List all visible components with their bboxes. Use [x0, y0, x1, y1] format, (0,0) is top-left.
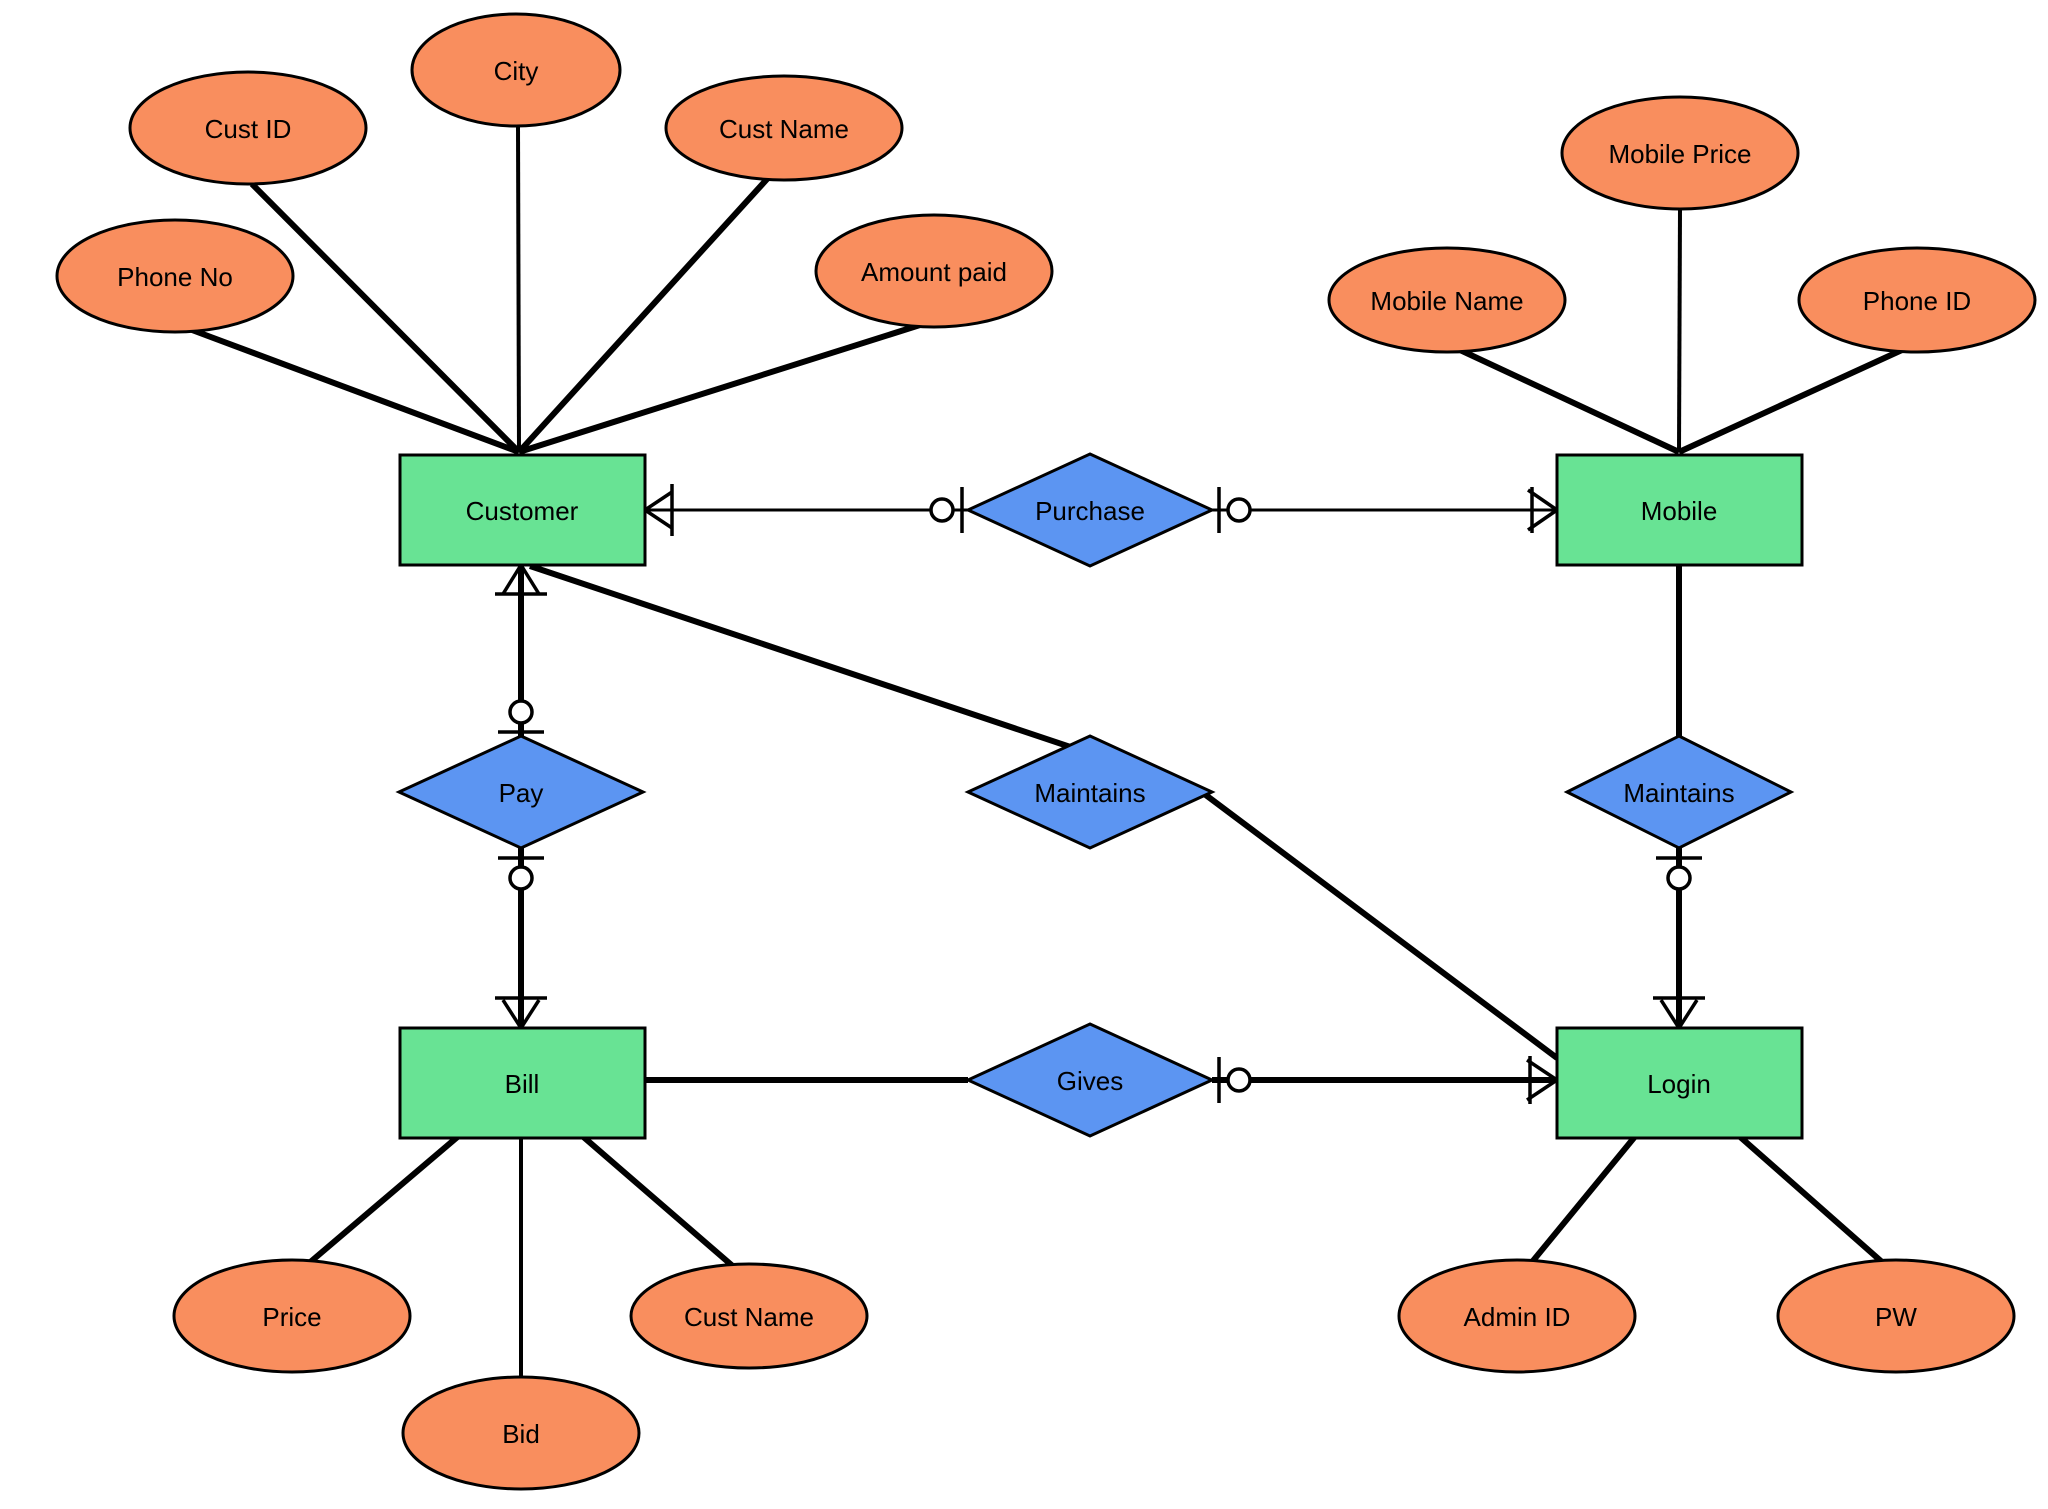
attribute-cust-id[interactable]: Cust ID — [128, 70, 368, 186]
entity-customer[interactable]: Customer — [398, 453, 647, 567]
attribute-mobile-price[interactable]: Mobile Price — [1560, 95, 1800, 211]
line-mobile-name-mobile — [1458, 347, 1681, 455]
entity-login[interactable]: Login — [1555, 1026, 1804, 1140]
attribute-cust-name-customer[interactable]: Cust Name — [664, 74, 904, 182]
attribute-pw-shape[interactable] — [1776, 1258, 2016, 1374]
attribute-cust-name-bill-shape[interactable] — [629, 1262, 869, 1370]
attributes-group: Cust ID City Cust Name Phone No Amount p… — [55, 12, 2037, 1491]
attribute-phone-id-shape[interactable] — [1797, 246, 2037, 354]
attribute-cust-id-shape[interactable] — [128, 70, 368, 186]
attribute-admin-id[interactable]: Admin ID — [1397, 1258, 1637, 1374]
attribute-phone-id[interactable]: Phone ID — [1797, 246, 2037, 354]
relationship-pay[interactable]: Pay — [395, 734, 647, 850]
attribute-pw[interactable]: PW — [1776, 1258, 2016, 1374]
attribute-price-shape[interactable] — [172, 1258, 412, 1374]
line-phone-id-mobile — [1677, 347, 1904, 455]
entity-bill-shape[interactable] — [398, 1026, 647, 1140]
attribute-amount-paid-shape[interactable] — [814, 213, 1054, 329]
entity-customer-shape[interactable] — [398, 453, 647, 567]
attribute-city-shape[interactable] — [410, 12, 622, 128]
attribute-mobile-name[interactable]: Mobile Name — [1327, 246, 1567, 354]
relationship-maintains-left-shape[interactable] — [964, 734, 1216, 850]
relationship-pay-shape[interactable] — [395, 734, 647, 850]
attribute-cust-name-customer-shape[interactable] — [664, 74, 904, 182]
line-phone-no-customer — [190, 327, 521, 455]
entity-mobile[interactable]: Mobile — [1555, 453, 1804, 567]
relationship-maintains-right-shape[interactable] — [1563, 734, 1795, 850]
attribute-mobile-price-shape[interactable] — [1560, 95, 1800, 211]
entity-mobile-shape[interactable] — [1555, 453, 1804, 567]
attribute-bid[interactable]: Bid — [401, 1375, 641, 1491]
er-diagram-canvas: Cust ID City Cust Name Phone No Amount p… — [0, 0, 2048, 1509]
relationship-maintains-right[interactable]: Maintains — [1563, 734, 1795, 850]
attribute-city[interactable]: City — [410, 12, 622, 128]
attribute-bid-shape[interactable] — [401, 1375, 641, 1491]
attribute-mobile-name-shape[interactable] — [1327, 246, 1567, 354]
line-city-customer — [516, 125, 521, 453]
relationship-purchase-shape[interactable] — [964, 452, 1216, 568]
entity-bill[interactable]: Bill — [398, 1026, 647, 1140]
relationship-gives[interactable]: Gives — [964, 1022, 1216, 1138]
attribute-phone-no-shape[interactable] — [55, 218, 295, 334]
attribute-price[interactable]: Price — [172, 1258, 412, 1374]
attribute-phone-no[interactable]: Phone No — [55, 218, 295, 334]
line-mobile-price-mobile — [1677, 208, 1682, 453]
attribute-cust-name-bill[interactable]: Cust Name — [629, 1262, 869, 1370]
entity-login-shape[interactable] — [1555, 1026, 1804, 1140]
er-diagram-svg: Cust ID City Cust Name Phone No Amount p… — [55, 12, 2037, 1491]
attribute-admin-id-shape[interactable] — [1397, 1258, 1637, 1374]
attribute-amount-paid[interactable]: Amount paid — [814, 213, 1054, 329]
relationship-maintains-left[interactable]: Maintains — [964, 734, 1216, 850]
line-cust-id-customer — [249, 181, 522, 455]
relationship-purchase[interactable]: Purchase — [964, 452, 1216, 568]
relationship-gives-shape[interactable] — [964, 1022, 1216, 1138]
